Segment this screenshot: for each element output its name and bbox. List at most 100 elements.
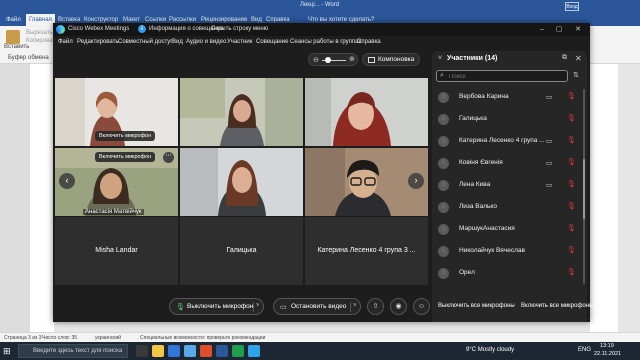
edge-icon[interactable] (168, 345, 180, 357)
info-icon[interactable]: i (138, 25, 146, 33)
video-size-slider[interactable]: ⊖ ⊕ (308, 53, 358, 66)
menu-share[interactable]: Совместный доступ (118, 39, 174, 45)
hide-menu-bar-link[interactable]: Скрыть строку меню (211, 26, 268, 32)
muted-mic-icon[interactable]: 🎙 (567, 114, 576, 122)
mute-options-chevron-icon[interactable]: ˅ (256, 303, 260, 309)
video-tile-2[interactable] (180, 78, 303, 146)
record-icon[interactable]: ◉ (390, 298, 407, 315)
participant-name: Галицька (459, 115, 487, 122)
collapse-chevron-icon[interactable]: ˅ (438, 55, 442, 62)
video-tile-7[interactable]: Misha Landar (55, 217, 178, 285)
status-page[interactable]: Страница 3 из 3 (4, 335, 41, 341)
chrome-icon[interactable] (232, 345, 244, 357)
next-page-arrow[interactable]: › (408, 173, 424, 189)
zoom-in-icon[interactable]: ⊕ (349, 55, 355, 63)
participant-row[interactable]: ◌ Николайчук Вячеслав 🎙 (432, 242, 582, 262)
participant-row[interactable]: ◌ МаршукАнастасия 🎙 (432, 220, 582, 240)
status-accessibility[interactable]: Специальные возможности: проверьте реком… (140, 335, 265, 341)
word-tab-home[interactable]: Главная (26, 14, 55, 26)
zoom-knob[interactable] (325, 57, 331, 63)
avatar-icon: ◌ (438, 202, 449, 213)
webex-title-bar: Cisco Webex Meetings i Информация о сове… (53, 23, 590, 36)
unmute-all-button[interactable]: Включить все микрофоны (521, 303, 593, 309)
pop-out-icon[interactable]: ⧉ (562, 54, 567, 62)
sort-icon[interactable]: ⇅ (573, 71, 579, 79)
participant-row[interactable]: ◌ Лиза Валько 🎙 (432, 198, 582, 218)
video-tile-6[interactable]: › (305, 148, 428, 216)
store-icon[interactable] (184, 345, 196, 357)
word-tab-file[interactable]: Файл (6, 17, 21, 23)
scrollbar-thumb[interactable] (583, 159, 585, 219)
minimize-icon[interactable]: – (536, 24, 548, 35)
file-explorer-icon[interactable] (152, 345, 164, 357)
participant-search-input[interactable] (449, 72, 564, 81)
mute-all-button[interactable]: Выключить все микрофоны (438, 303, 515, 309)
taskbar-search-box[interactable]: Введите здесь текст для поиска (18, 344, 128, 358)
participant-row[interactable]: ◌ Орел 🎙 (432, 264, 582, 284)
weather-text[interactable]: 9°C Mostly cloudy (466, 347, 514, 353)
participant-row[interactable]: ◌ Лена Кива ▭ 🎙 (432, 176, 582, 196)
document-page-right[interactable] (590, 64, 618, 332)
muted-mic-icon[interactable]: 🎙 (567, 92, 576, 100)
participant-row[interactable]: ◌ Галицька 🎙 (432, 110, 582, 130)
status-language[interactable]: украинский (95, 335, 121, 341)
video-tile-8[interactable]: Галицька (180, 217, 303, 285)
menu-edit[interactable]: Редактировать (77, 39, 118, 45)
cut-label[interactable]: Вырезать (26, 30, 53, 36)
participants-scrollbar[interactable] (583, 89, 585, 284)
video-tile-3[interactable] (305, 78, 428, 146)
layout-button[interactable]: Компоновка (362, 53, 420, 66)
menu-file[interactable]: Файл (58, 39, 73, 45)
participant-row[interactable]: ◌ Вербова Карина ▭ 🎙 (432, 88, 582, 108)
mute-button[interactable]: 🎙 Выключить микрофон ˅ (169, 298, 264, 315)
paste-icon[interactable] (6, 30, 20, 44)
menu-help[interactable]: Справка (357, 39, 381, 45)
unmute-tooltip-4[interactable]: Включить микрофон (95, 152, 156, 162)
participant-name: Вербова Карина (459, 93, 509, 100)
menu-view[interactable]: Вид (172, 39, 183, 45)
zoom-out-icon[interactable]: ⊖ (313, 56, 319, 64)
task-view-icon[interactable] (136, 345, 148, 357)
word-window-title: Лекці... - Word (300, 2, 340, 8)
document-page-left[interactable] (30, 64, 54, 332)
word-taskbar-icon[interactable] (216, 345, 228, 357)
participant-name: Орел (459, 269, 475, 276)
muted-mic-icon[interactable]: 🎙 (567, 202, 576, 210)
muted-mic-icon[interactable]: 🎙 (567, 224, 576, 232)
muted-mic-icon[interactable]: 🎙 (567, 136, 576, 144)
muted-mic-icon[interactable]: 🎙 (567, 246, 576, 254)
close-panel-icon[interactable]: ✕ (575, 54, 582, 63)
reactions-icon[interactable]: ☺ (413, 298, 430, 315)
webex-taskbar-icon[interactable] (248, 345, 260, 357)
video-options-chevron-icon[interactable]: ˅ (353, 303, 357, 309)
participant-search-box[interactable]: ⌕ (436, 70, 568, 82)
menu-breakout[interactable]: Сеансы работы в группах (290, 39, 362, 45)
maximize-icon[interactable]: ▢ (553, 24, 565, 35)
video-tile-4[interactable]: Включить микрофон ⋯ ‹ Анастасія Матвійчу… (55, 148, 178, 216)
muted-mic-icon[interactable]: 🎙 (567, 158, 576, 166)
menu-participant[interactable]: Участник (227, 39, 252, 45)
input-language[interactable]: ENG (578, 347, 591, 353)
participant-row[interactable]: ◌ Ковіня Євгенія ▭ 🎙 (432, 154, 582, 174)
clock-time[interactable]: 13:19 (600, 343, 614, 349)
word-sign-in-button[interactable]: Вход (565, 2, 579, 11)
unmute-tooltip-1[interactable]: Включить микрофон (95, 131, 156, 141)
muted-mic-icon[interactable]: 🎙 (567, 268, 576, 276)
video-tile-5[interactable] (180, 148, 303, 216)
muted-mic-icon[interactable]: 🎙 (567, 180, 576, 188)
paste-label[interactable]: Вставить (4, 44, 29, 50)
close-window-icon[interactable]: ✕ (572, 24, 584, 35)
previous-page-arrow[interactable]: ‹ (59, 173, 75, 189)
video-tile-1[interactable]: Включить микрофон (55, 78, 178, 146)
share-content-icon[interactable]: ⇧ (367, 298, 384, 315)
windows-start-icon[interactable]: ⊞ (3, 345, 15, 357)
video-tile-9[interactable]: Катерина Лесенко 4 група 3 ... (305, 217, 428, 285)
stop-video-button[interactable]: ▭ Остановить видео ˅ (273, 298, 361, 315)
participant-row[interactable]: ◌ Катерина Лесенко 4 група ... ▭ 🎙 (432, 132, 582, 152)
menu-meeting[interactable]: Совещание (256, 39, 288, 45)
status-words[interactable]: Число слов: 35 (42, 335, 77, 341)
clock-date[interactable]: 22.11.2021 (594, 351, 621, 357)
more-options-icon[interactable]: ⋯ (163, 152, 174, 163)
office-icon[interactable] (200, 345, 212, 357)
menu-audio-video[interactable]: Аудио и видео (186, 39, 226, 45)
